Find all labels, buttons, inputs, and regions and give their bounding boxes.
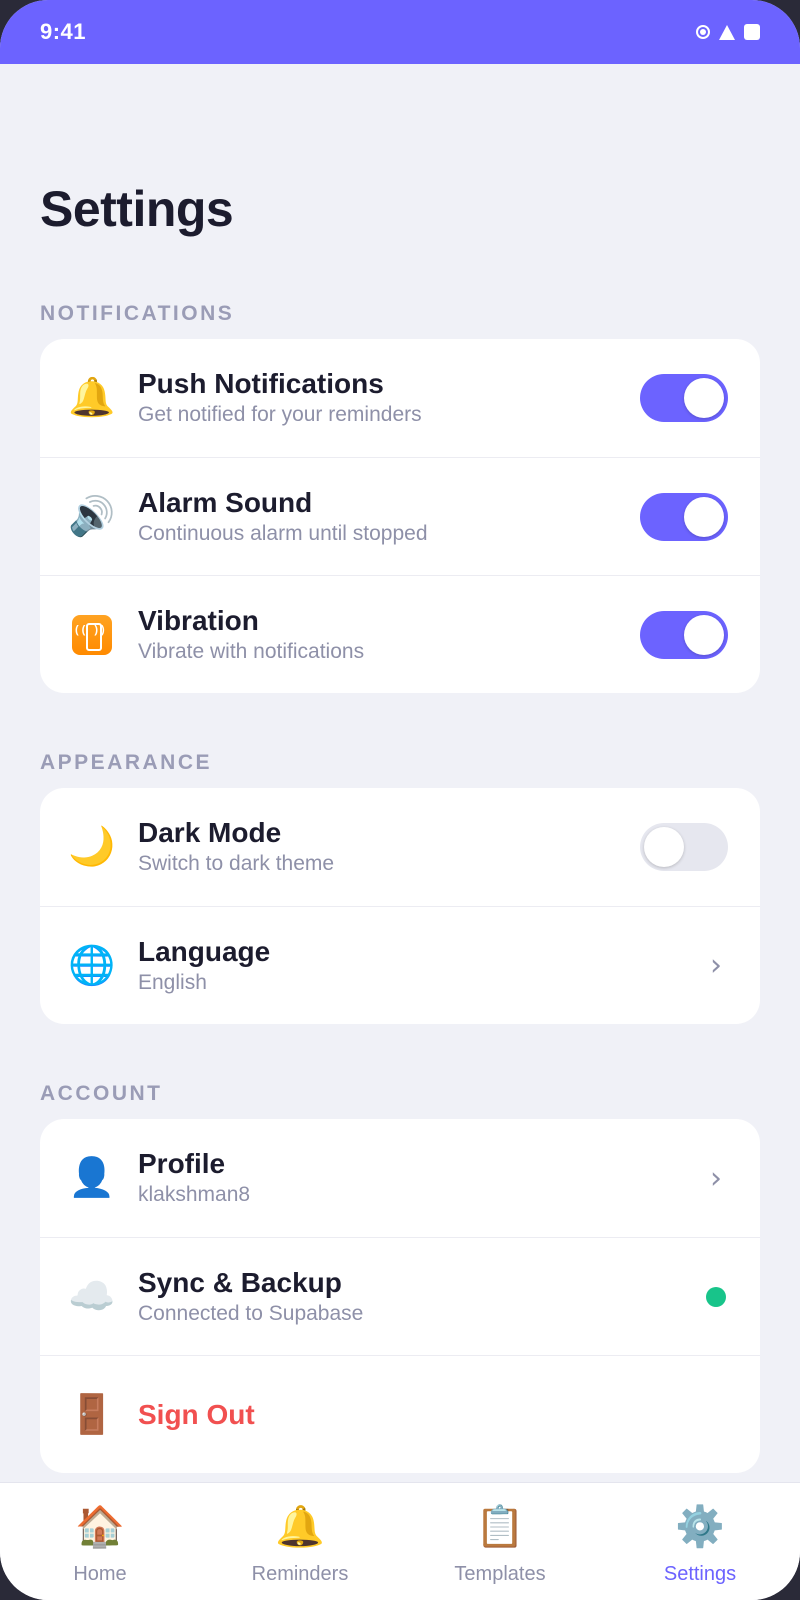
phone-screen: 9:41 Settings NOTIFICATIONS 🔔 Push Notif…: [0, 0, 800, 1600]
appearance-card: 🌙 Dark Mode Switch to dark theme 🌐 Langu…: [40, 788, 760, 1024]
sign-out-row[interactable]: 🚪 Sign Out: [40, 1355, 760, 1473]
alarm-sound-toggle[interactable]: [640, 492, 728, 541]
tab-label: Home: [73, 1563, 127, 1585]
push-notifications-row[interactable]: 🔔 Push Notifications Get notified for yo…: [40, 339, 760, 457]
language-row[interactable]: 🌐 Language English ›: [40, 906, 760, 1024]
sync-status-dot: [706, 1286, 726, 1307]
dark-mode-subtitle: Switch to dark theme: [138, 852, 335, 875]
dark-mode-title: Dark Mode: [138, 817, 282, 848]
chevron-right-icon: ›: [710, 948, 722, 983]
house-icon: 🏠: [75, 1505, 125, 1549]
profile-row[interactable]: 👤 Profile klakshman8 ›: [40, 1119, 760, 1237]
section-header-account: ACCOUNT: [40, 1082, 163, 1105]
moon-icon: 🌙: [68, 826, 116, 868]
vibration-row[interactable]: Vibration Vibrate with notifications: [40, 575, 760, 693]
signal-icon: [719, 24, 735, 40]
cloud-icon: ☁️: [68, 1275, 116, 1318]
profile-title: Profile: [138, 1148, 226, 1179]
tab-label: Reminders: [251, 1563, 349, 1585]
push-notifications-subtitle: Get notified for your reminders: [138, 403, 422, 426]
section-header-notifications: NOTIFICATIONS: [40, 302, 235, 325]
account-card: 👤 Profile klakshman8 › ☁️ Sync & Backup …: [40, 1119, 760, 1473]
sync-backup-row[interactable]: ☁️ Sync & Backup Connected to Supabase: [40, 1237, 760, 1355]
vibration-subtitle: Vibrate with notifications: [138, 639, 365, 663]
language-title: Language: [138, 935, 271, 967]
globe-icon: 🌐: [68, 944, 116, 987]
gear-icon: ⚙️: [675, 1505, 725, 1549]
status-time: 9:41: [40, 19, 87, 44]
clipboard-icon: 📋: [475, 1505, 525, 1549]
alarm-sound-title: Alarm Sound: [138, 486, 313, 518]
vibration-icon: [70, 613, 114, 657]
battery-icon: [744, 24, 760, 40]
language-value: English: [138, 970, 207, 994]
status-icons: [696, 24, 760, 40]
sync-backup-title: Sync & Backup: [138, 1266, 342, 1298]
bell-icon: 🔔: [275, 1505, 325, 1549]
vibration-title: Vibration: [138, 604, 259, 636]
sync-backup-subtitle: Connected to Supabase: [138, 1301, 364, 1325]
chevron-right-icon: ›: [710, 1160, 722, 1196]
user-icon: 👤: [68, 1157, 116, 1199]
section-header-appearance: APPEARANCE: [40, 751, 213, 774]
dark-mode-toggle[interactable]: [640, 823, 728, 871]
tab-label: Templates: [454, 1563, 546, 1585]
alarm-sound-subtitle: Continuous alarm until stopped: [138, 521, 428, 545]
alarm-sound-row[interactable]: 🔊 Alarm Sound Continuous alarm until sto…: [40, 457, 760, 575]
bell-icon: 🔔: [68, 377, 116, 419]
status-bar: 9:41: [0, 0, 800, 64]
profile-username: klakshman8: [138, 1183, 251, 1206]
vibration-toggle[interactable]: [640, 610, 728, 659]
door-icon: 🚪: [68, 1393, 116, 1436]
tab-label: Settings: [663, 1563, 737, 1585]
dark-mode-row[interactable]: 🌙 Dark Mode Switch to dark theme: [40, 788, 760, 906]
tab-templates[interactable]: 📋 Templates: [400, 1483, 600, 1600]
tab-reminders[interactable]: 🔔 Reminders: [200, 1483, 400, 1600]
tab-home[interactable]: 🏠 Home: [0, 1483, 200, 1600]
record-icon: [696, 25, 710, 39]
speaker-icon: 🔊: [68, 495, 116, 538]
push-notifications-title: Push Notifications: [138, 368, 384, 399]
notifications-card: 🔔 Push Notifications Get notified for yo…: [40, 339, 760, 693]
push-notifications-toggle[interactable]: [640, 374, 728, 422]
page-title: Settings: [40, 181, 234, 237]
sign-out-button[interactable]: Sign Out: [138, 1399, 728, 1431]
settings-content: Settings NOTIFICATIONS 🔔 Push Notificati…: [0, 180, 800, 1473]
bottom-tab-bar: 🏠 Home 🔔 Reminders 📋 Templates ⚙️ Settin…: [0, 1482, 800, 1600]
tab-settings[interactable]: ⚙️ Settings: [600, 1483, 800, 1600]
